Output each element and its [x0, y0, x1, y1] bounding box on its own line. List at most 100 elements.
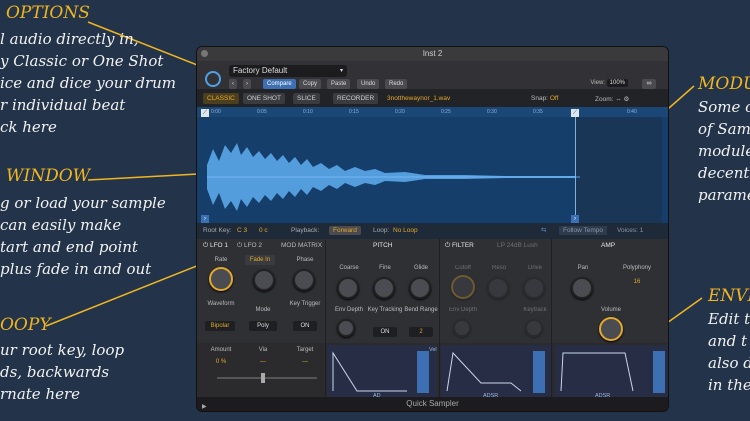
root-key-cents[interactable]: 0 c	[259, 227, 268, 234]
snap-label: Snap:	[531, 95, 548, 102]
mode-classic[interactable]: CLASSIC	[203, 93, 239, 104]
amount-label: Amount	[210, 347, 232, 353]
mode-dropdown[interactable]: Poly	[249, 321, 277, 331]
sample-filename[interactable]: 3notthewaynor_1.wav	[387, 95, 450, 102]
coarse-label: Coarse	[339, 265, 359, 271]
waveform-icon	[207, 143, 580, 211]
plugin-name: Quick Sampler	[406, 399, 459, 408]
undo-button[interactable]: Undo	[357, 79, 380, 89]
tab-lfo-2-label: LFO 2	[243, 242, 263, 249]
preset-dropdown[interactable]: Factory Default ▾	[229, 65, 347, 77]
follow-tempo-button[interactable]: Follow Tempo	[559, 226, 607, 235]
filter-envelope-graph	[446, 351, 545, 393]
rate-knob[interactable]	[209, 267, 233, 291]
filter-env-depth-knob[interactable]	[453, 319, 471, 337]
window-title: Inst 2	[422, 49, 443, 58]
mode-one-shot[interactable]: ONE SHOT	[243, 93, 285, 104]
end-marker-icon[interactable]: ⟋	[571, 109, 579, 117]
play-icon[interactable]: ▶	[202, 400, 207, 411]
annotation-line: plus fade in and out	[0, 260, 152, 278]
ruler-tick: 0:15	[349, 109, 359, 115]
root-key-label: Root Key:	[203, 227, 232, 234]
keytrack-knob[interactable]	[525, 319, 543, 337]
prev-preset-icon[interactable]: ‹	[229, 79, 237, 89]
waveform-dropdown[interactable]: Bipolar	[205, 321, 235, 331]
fade-in-button[interactable]: Fade In	[245, 255, 275, 265]
link-icon[interactable]: ∞	[642, 79, 656, 89]
voices-readout[interactable]: Voices: 1	[617, 227, 643, 234]
time-ruler: 0:00 0:05 0:10 0:15 0:20 0:25 0:30 0:35 …	[197, 107, 668, 117]
annotation-line: module	[698, 142, 750, 160]
cutoff-knob[interactable]	[451, 275, 475, 299]
footer-bar: ▶ Quick Sampler	[197, 397, 668, 411]
phase-knob[interactable]	[293, 269, 315, 291]
annotation-title: OOPY	[0, 315, 51, 335]
snap-value: Off	[549, 95, 559, 102]
ruler-tick: 0:25	[441, 109, 451, 115]
polyphony-dropdown[interactable]: 16	[625, 277, 649, 287]
tab-lfo-1-label: LFO 1	[209, 242, 229, 249]
tab-mod-matrix[interactable]: MOD MATRIX	[281, 242, 322, 249]
key-tracking-toggle[interactable]: ON	[373, 327, 397, 337]
mode-bar: CLASSIC ONE SHOT SLICE RECORDER 3notthew…	[197, 89, 668, 107]
pitch-envelope[interactable]	[327, 345, 437, 397]
root-key-value[interactable]: C 3	[237, 227, 247, 234]
playback-forward-button[interactable]: Forward	[329, 226, 361, 235]
volume-knob[interactable]	[599, 317, 623, 341]
waveform-display[interactable]: 0:00 0:05 0:10 0:15 0:20 0:25 0:30 0:35 …	[197, 107, 668, 223]
amp-envelope[interactable]	[555, 345, 668, 397]
vel-label: Vel	[429, 347, 437, 353]
annotation-line: parame	[698, 186, 750, 204]
annotation-window: WINDOW g or load your sample can easily …	[0, 166, 166, 280]
snap-control[interactable]: Snap: Off	[531, 95, 558, 102]
copy-button[interactable]: Copy	[299, 79, 322, 89]
pan-knob[interactable]	[571, 277, 593, 299]
fine-label: Fine	[379, 265, 391, 271]
via-value[interactable]: —	[243, 359, 283, 365]
mode-slice[interactable]: SLICE	[293, 93, 320, 104]
annotation-line: decent	[698, 164, 750, 182]
paste-button[interactable]: Paste	[327, 79, 351, 89]
key-trigger-toggle[interactable]: ON	[293, 321, 317, 331]
drive-label: Drive	[527, 265, 542, 271]
zoom-label: Zoom:	[595, 96, 614, 103]
target-value[interactable]: —	[285, 359, 325, 365]
fade-in-knob[interactable]	[253, 269, 275, 291]
zoom-icon: ⇔ ⚙	[615, 96, 630, 103]
ruler-tick: 0:10	[303, 109, 313, 115]
fine-knob[interactable]	[373, 277, 395, 299]
filter-type-dropdown[interactable]: LP 24dB Lush	[497, 242, 538, 249]
coarse-knob[interactable]	[337, 277, 359, 299]
annotation-line: ur root key, loop	[0, 341, 125, 359]
loop-dropdown[interactable]: No Loop	[393, 227, 418, 234]
annotation-line: also d	[708, 354, 750, 372]
env-depth-label: Env Depth	[334, 307, 364, 313]
tempo-sync-icon[interactable]: ⇆	[541, 226, 546, 234]
view-control[interactable]: View: 100%	[590, 79, 628, 87]
env-depth-knob[interactable]	[337, 319, 355, 337]
close-icon[interactable]	[201, 50, 208, 57]
start-marker-icon[interactable]: ⟋	[201, 109, 209, 117]
glide-label: Glide	[413, 265, 428, 271]
bend-range-dropdown[interactable]: 2	[409, 327, 433, 337]
annotation-line: l audio directly in,	[0, 30, 139, 48]
compare-button[interactable]: Compare	[263, 79, 296, 89]
tab-lfo-2[interactable]: ⏻ LFO 2	[237, 242, 262, 250]
panel-divider	[551, 239, 552, 399]
filter-envelope[interactable]	[441, 345, 551, 397]
annotation-line: of Sam	[698, 120, 750, 138]
zoom-control[interactable]: Zoom: ⇔ ⚙	[595, 95, 629, 103]
redo-button[interactable]: Redo	[385, 79, 408, 89]
recorder-button[interactable]: RECORDER	[333, 93, 379, 104]
reso-knob[interactable]	[487, 277, 509, 299]
next-preset-icon[interactable]: ›	[243, 79, 251, 89]
amount-value[interactable]: 0 %	[201, 359, 241, 365]
pan-label: Pan	[577, 265, 589, 271]
power-icon[interactable]	[205, 71, 221, 87]
amount-slider-handle[interactable]	[261, 373, 265, 383]
drive-knob[interactable]	[523, 277, 545, 299]
glide-knob[interactable]	[409, 277, 431, 299]
amount-slider[interactable]	[217, 377, 317, 379]
tab-lfo-1[interactable]: ⏻ LFO 1	[203, 242, 228, 250]
quick-sampler-window: Inst 2 Factory Default ▾ ‹ › Compare Copy…	[196, 46, 669, 412]
